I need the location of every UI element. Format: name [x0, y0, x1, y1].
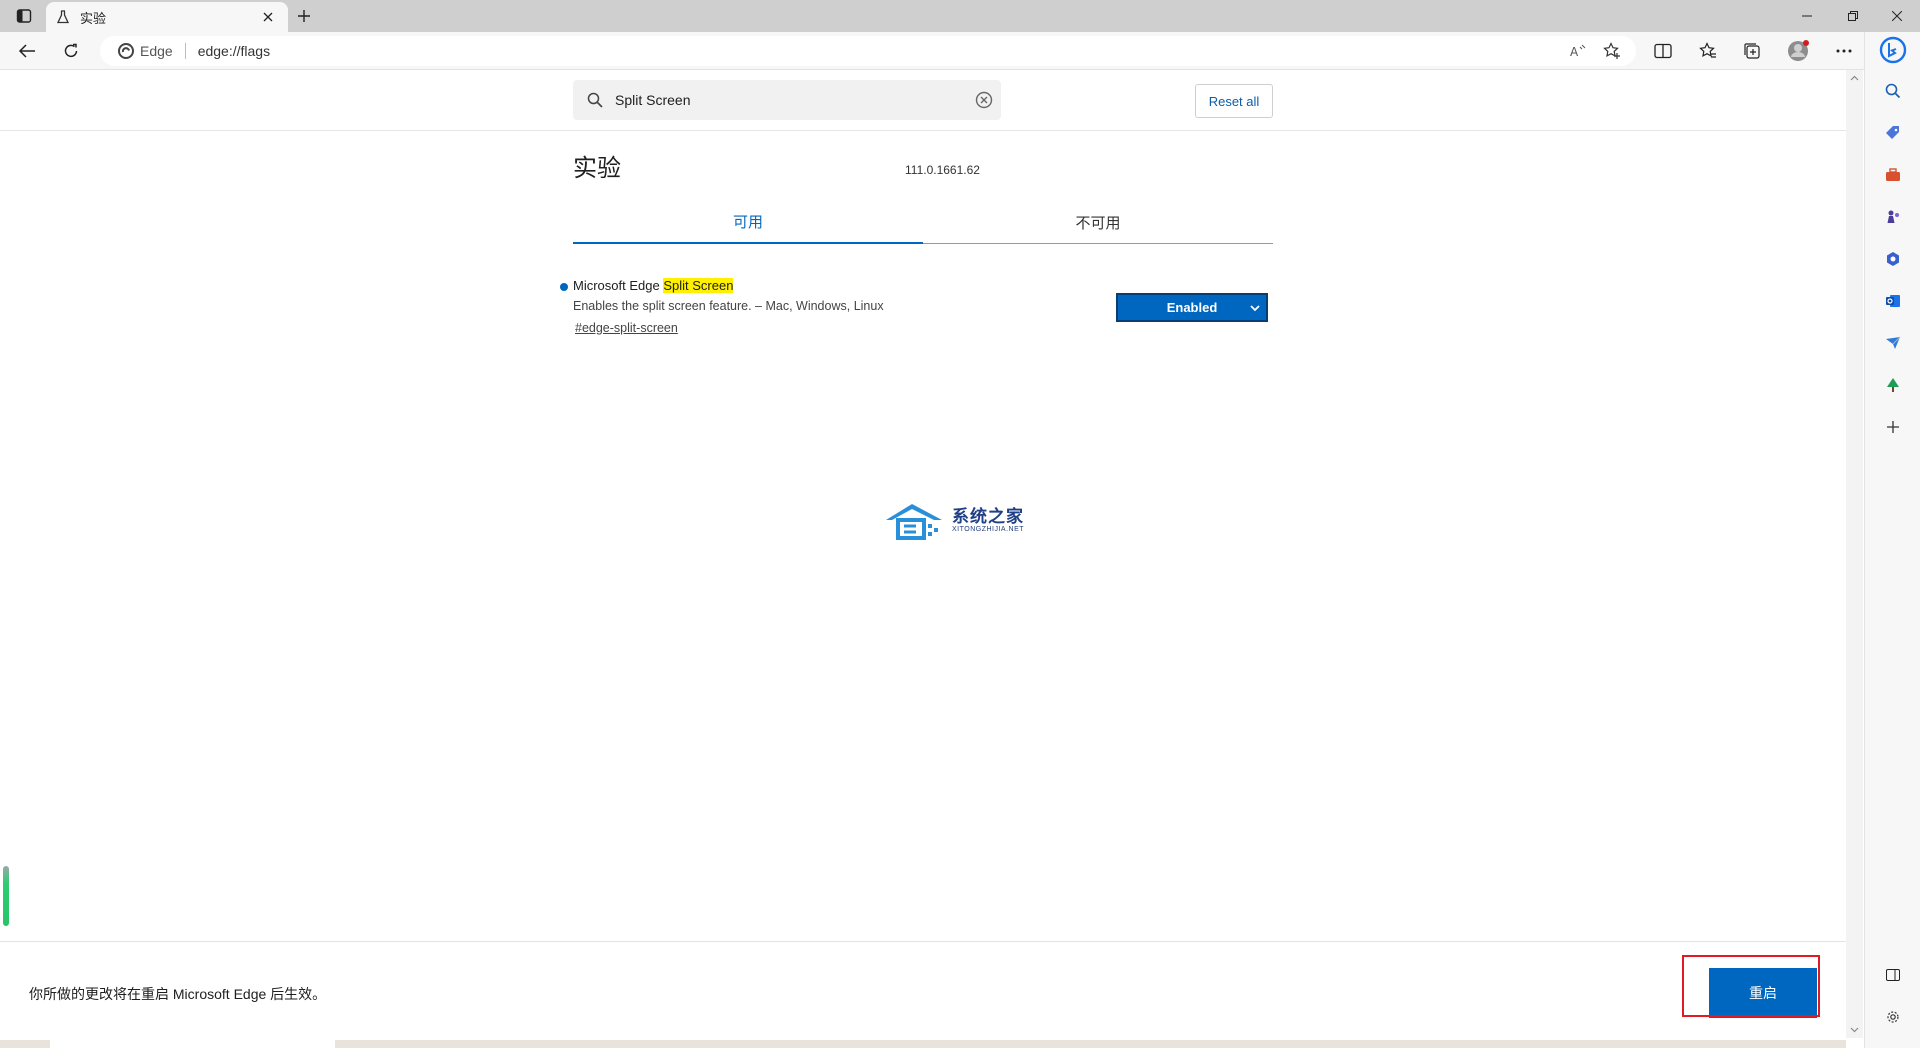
- tree-icon: [1887, 378, 1899, 392]
- refresh-icon: [64, 43, 78, 58]
- minimize-icon: [1802, 15, 1812, 17]
- flag-title: Microsoft Edge Split Screen: [573, 278, 734, 293]
- restore-button[interactable]: [1830, 0, 1876, 32]
- sidebar-tools-button[interactable]: [1877, 160, 1909, 190]
- flask-icon: [56, 10, 70, 24]
- page-title: 实验: [573, 155, 621, 182]
- reset-all-button[interactable]: Reset all: [1195, 84, 1273, 118]
- tab-actions-button[interactable]: [10, 4, 38, 28]
- outlook-icon: [1886, 295, 1900, 307]
- favorites-icon: [1699, 42, 1716, 58]
- office-icon: [1887, 252, 1899, 266]
- chevron-down-icon: [1250, 305, 1260, 312]
- tab-title: 实验: [80, 10, 107, 26]
- flag-title-match: Split Screen: [663, 278, 734, 293]
- tab-actions-icon: [16, 8, 32, 24]
- flag-description: Enables the split screen feature. – Mac,…: [573, 299, 884, 313]
- edge-sidebar: [1864, 32, 1920, 1048]
- paper-plane-icon: [1886, 336, 1901, 349]
- sidebar-games-button[interactable]: [1877, 202, 1909, 232]
- sidebar-tree-button[interactable]: [1877, 370, 1909, 400]
- window-close-button[interactable]: [1874, 0, 1920, 32]
- version-label: 111.0.1661.62: [905, 163, 980, 177]
- split-screen-button[interactable]: [1648, 37, 1678, 65]
- shopping-tag-icon: [1886, 126, 1899, 139]
- collections-button[interactable]: [1737, 37, 1767, 65]
- address-bar[interactable]: Edge edge://flags A: [100, 36, 1636, 66]
- browser-tab[interactable]: 实验: [46, 2, 288, 32]
- split-screen-icon: [1654, 43, 1672, 59]
- watermark-subtitle: XITONGZHIJIA.NET: [952, 526, 1025, 533]
- flag-title-prefix: Microsoft Edge: [573, 278, 664, 293]
- chess-piece-icon: [1887, 210, 1899, 223]
- clear-icon: [975, 91, 993, 109]
- flags-search-header: Reset all: [0, 70, 1846, 131]
- clear-search-button[interactable]: [975, 91, 993, 109]
- sidebar-add-button[interactable]: [1877, 412, 1909, 442]
- back-arrow-icon: [18, 44, 35, 58]
- flag-state-select[interactable]: Enabled: [1116, 293, 1268, 322]
- sidebar-search-button[interactable]: [1877, 76, 1909, 106]
- read-aloud-icon[interactable]: A: [1566, 40, 1590, 62]
- plus-icon: [1887, 421, 1899, 433]
- collections-icon: [1744, 43, 1760, 59]
- sidebar-send-button[interactable]: [1877, 328, 1909, 358]
- bottom-strip: [0, 1040, 1846, 1048]
- flag-permalink[interactable]: #edge-split-screen: [575, 321, 678, 335]
- settings-more-button[interactable]: [1829, 37, 1859, 65]
- sidebar-panel-icon: [1886, 969, 1900, 981]
- bing-icon: [1879, 36, 1907, 64]
- sidebar-outlook-button[interactable]: [1877, 286, 1909, 316]
- browser-toolbar: Edge edge://flags A: [0, 32, 1880, 70]
- new-tab-button[interactable]: [292, 4, 316, 28]
- scroll-up-icon[interactable]: [1850, 74, 1859, 83]
- scroll-down-icon[interactable]: [1850, 1025, 1859, 1034]
- restore-icon: [1848, 11, 1858, 21]
- address-divider: [184, 43, 186, 59]
- watermark-logo: 系统之家 XITONGZHIJIA.NET: [882, 500, 1042, 542]
- side-indicator: [3, 866, 9, 926]
- gear-icon: [1887, 1011, 1899, 1023]
- page-scrollbar[interactable]: [1846, 70, 1863, 1038]
- sidebar-office-button[interactable]: [1877, 244, 1909, 274]
- avatar-icon: [1788, 40, 1809, 61]
- bottom-strip-segment: [50, 1040, 335, 1048]
- house-logo-icon: [886, 504, 942, 540]
- tab-strip: 实验: [0, 0, 1920, 32]
- restart-bar: 你所做的更改将在重启 Microsoft Edge 后生效。 重启: [0, 941, 1846, 1038]
- minimize-button[interactable]: [1784, 0, 1830, 32]
- svg-text:A: A: [1570, 45, 1579, 58]
- site-name: Edge: [140, 43, 173, 59]
- flag-entry: Microsoft Edge Split Screen Enables the …: [560, 278, 1272, 348]
- search-box[interactable]: [573, 80, 1001, 120]
- more-icon: [1836, 49, 1852, 53]
- watermark-title: 系统之家: [952, 507, 1024, 526]
- tab-unavailable[interactable]: 不可用: [923, 200, 1273, 244]
- close-icon: [1892, 11, 1902, 21]
- annotation-highlight-box: [1682, 955, 1820, 1017]
- add-favorite-icon[interactable]: [1600, 40, 1624, 62]
- plus-icon: [298, 10, 310, 22]
- favorites-button[interactable]: [1693, 37, 1723, 65]
- refresh-button[interactable]: [56, 37, 86, 65]
- back-button[interactable]: [12, 37, 42, 65]
- modified-indicator: [560, 283, 568, 291]
- search-icon: [587, 92, 603, 108]
- url-text[interactable]: edge://flags: [198, 43, 270, 59]
- bing-chat-button[interactable]: [1877, 35, 1909, 65]
- flags-tabs: 可用 不可用: [573, 200, 1273, 244]
- search-icon: [1885, 83, 1901, 99]
- toolbox-icon: [1886, 168, 1900, 181]
- sidebar-settings-button[interactable]: [1877, 1002, 1909, 1032]
- close-icon: [263, 12, 273, 22]
- sidebar-hide-button[interactable]: [1877, 960, 1909, 990]
- restart-message: 你所做的更改将在重启 Microsoft Edge 后生效。: [29, 986, 327, 1002]
- tab-available[interactable]: 可用: [573, 200, 923, 244]
- search-input[interactable]: [613, 91, 953, 109]
- sidebar-shopping-button[interactable]: [1877, 118, 1909, 148]
- tab-close-button[interactable]: [258, 7, 278, 27]
- edge-logo-icon: [118, 43, 134, 59]
- profile-button[interactable]: [1783, 37, 1813, 65]
- flag-state-value: Enabled: [1166, 300, 1218, 315]
